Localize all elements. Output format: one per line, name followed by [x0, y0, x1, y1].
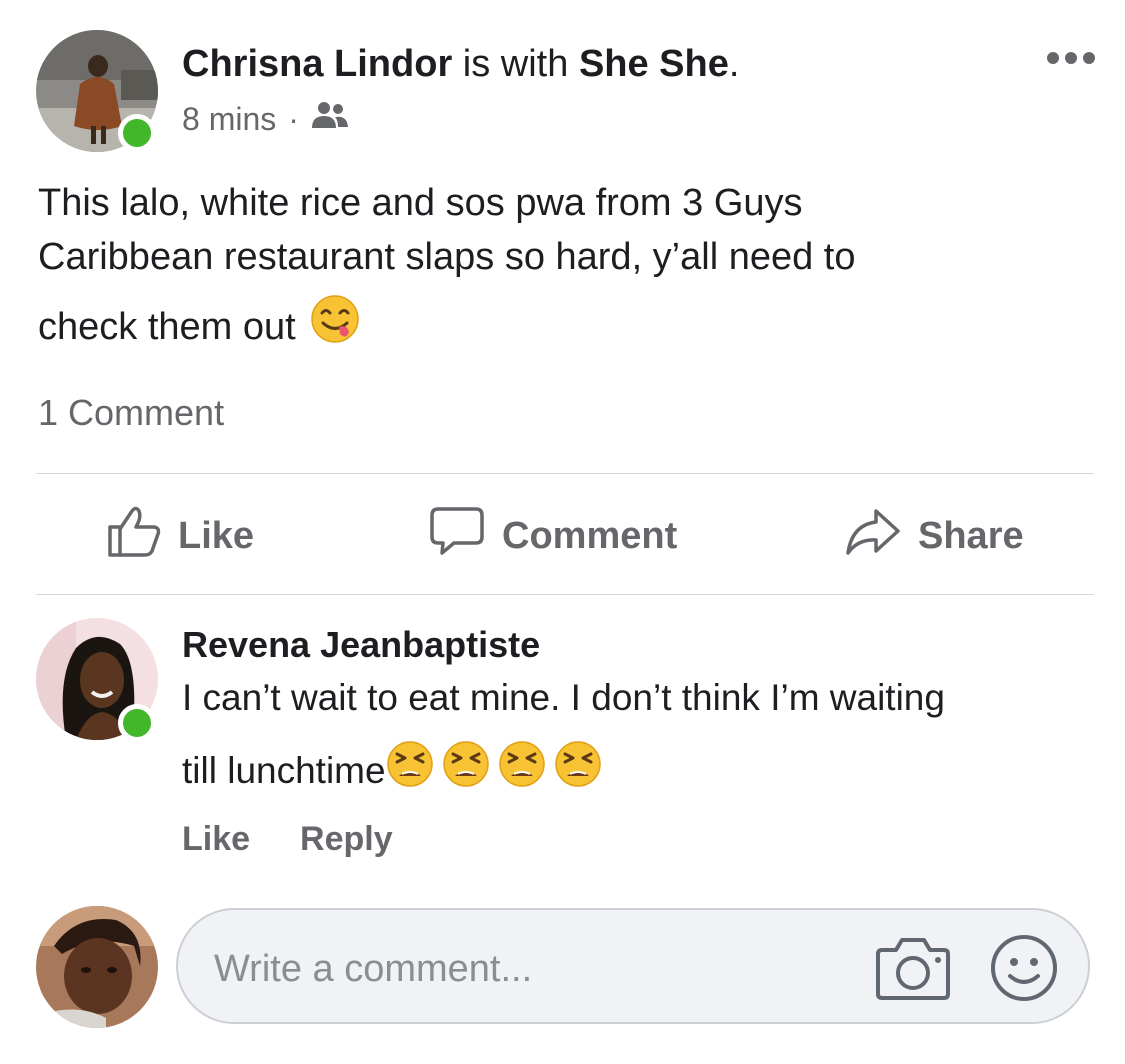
comment-count[interactable]: 1 Comment [38, 392, 224, 434]
like-button[interactable]: Like [106, 500, 254, 572]
comment-bubble-icon [428, 503, 486, 569]
comment-like-button[interactable]: Like [182, 820, 250, 859]
like-label: Like [178, 514, 255, 557]
comment-composer[interactable] [176, 908, 1090, 1024]
online-status-indicator [118, 114, 156, 152]
comment-body: I can’t wait to eat mine. I don’t think … [182, 672, 1102, 802]
online-status-indicator [118, 704, 156, 742]
emoji-picker-icon[interactable] [990, 934, 1058, 1007]
divider [36, 473, 1094, 474]
tired-face-emoji-group [386, 740, 602, 802]
post-text-line: check them out [38, 305, 296, 348]
post-text-line: This lalo, white rice and sos pwa from 3… [38, 182, 803, 224]
share-label: Share [918, 514, 1024, 557]
comment-text-line: till lunchtime [182, 750, 386, 791]
divider [36, 594, 1094, 595]
header-period: . [728, 43, 740, 85]
friends-icon[interactable] [311, 100, 349, 138]
comment-reply-button[interactable]: Reply [300, 820, 393, 859]
comment-actions: Like Reply [182, 820, 393, 859]
post-text-line: Caribbean restaurant slaps so hard, y’al… [38, 236, 856, 278]
more-options-icon[interactable] [1047, 52, 1095, 64]
comment-author-name[interactable]: Revena Jeanbaptiste [182, 624, 540, 666]
yum-face-emoji-icon [310, 294, 360, 359]
current-user-avatar[interactable] [36, 906, 158, 1028]
comment-text-line: I can’t wait to eat mine. I don’t think … [182, 677, 945, 718]
tired-face-emoji-icon [442, 740, 490, 802]
tired-face-emoji-icon [386, 740, 434, 802]
tagged-friend-name[interactable]: She She [579, 43, 729, 85]
write-comment-input[interactable] [212, 940, 836, 998]
comment-label: Comment [502, 514, 678, 557]
post-meta: 8 mins · [182, 100, 349, 138]
post-author-name[interactable]: Chrisna Lindor [182, 43, 452, 85]
tired-face-emoji-icon [554, 740, 602, 802]
tired-face-emoji-icon [498, 740, 546, 802]
post-body: This lalo, white rice and sos pwa from 3… [38, 176, 1088, 359]
meta-separator: · [288, 100, 299, 137]
share-button[interactable]: Share [844, 500, 1024, 572]
post-timestamp[interactable]: 8 mins [182, 101, 276, 138]
comment-button[interactable]: Comment [428, 500, 677, 572]
camera-icon[interactable] [876, 934, 950, 1005]
post-header: Chrisna Lindor is with She She. [182, 40, 739, 88]
thumbs-up-icon [106, 503, 162, 569]
with-text: is with [452, 43, 579, 85]
share-arrow-icon [844, 503, 902, 569]
